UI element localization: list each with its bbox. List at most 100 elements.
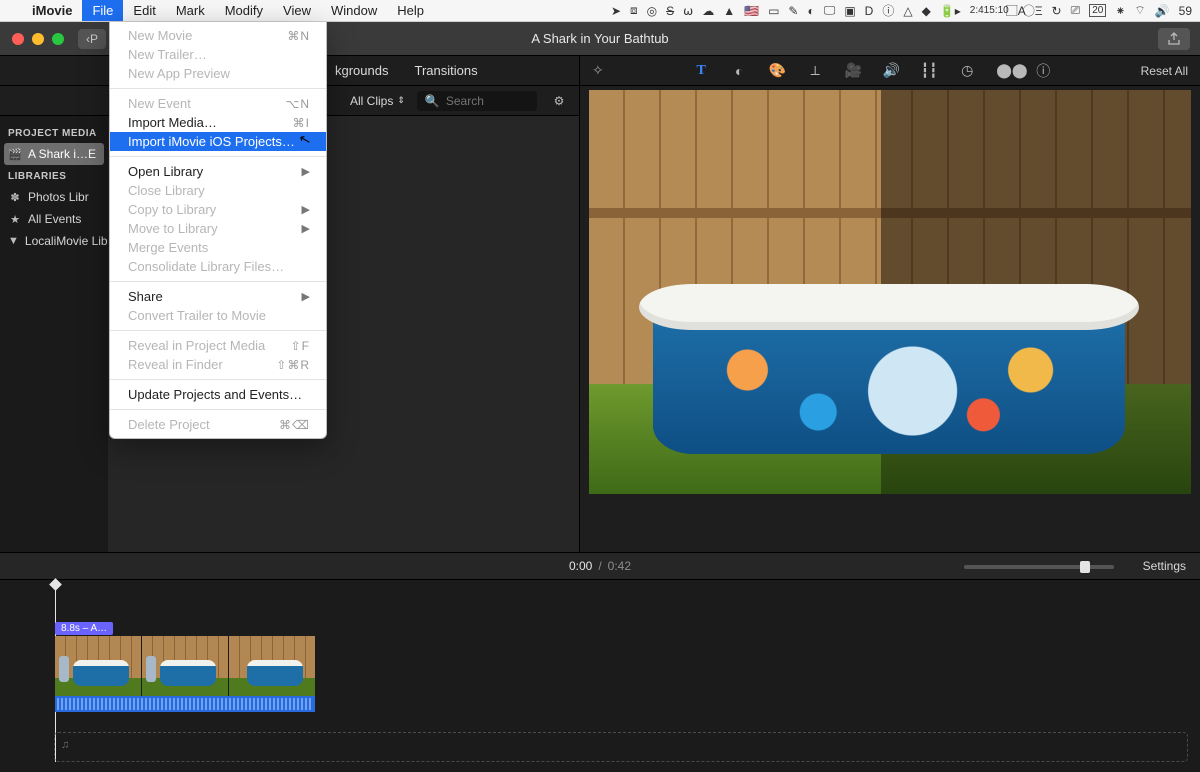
tv-icon[interactable]: ▭ <box>768 4 779 18</box>
magic-wand-icon[interactable]: ✧ <box>592 62 604 79</box>
clip-thumb[interactable] <box>229 636 315 696</box>
menu-merge-events[interactable]: Merge Events <box>110 238 326 257</box>
flower-icon: ✽ <box>8 191 22 204</box>
time-sep: / <box>598 559 601 573</box>
info-tool-icon[interactable]: ⓘ <box>1034 61 1052 81</box>
clock[interactable]: 2:415:10 <box>970 6 1009 15</box>
evernote-icon[interactable]: ✎ <box>788 4 798 18</box>
menu-open-library[interactable]: Open Library▶ <box>110 162 326 181</box>
battery-pct: 59 <box>1179 4 1192 18</box>
time-current: 0:00 <box>569 559 592 573</box>
app-name[interactable]: iMovie <box>22 3 82 18</box>
menu-copy-to-library[interactable]: Copy to Library▶ <box>110 200 326 219</box>
menu-import-media[interactable]: Import Media…⌘I <box>110 113 326 132</box>
menu-new-trailer[interactable]: New Trailer… <box>110 45 326 64</box>
star-icon: ★ <box>8 213 22 226</box>
preview-frame <box>589 90 1191 494</box>
drop-icon[interactable]: ◆ <box>922 4 931 18</box>
crop-icon[interactable]: ⟂ <box>806 62 824 79</box>
s-icon[interactable]: S <box>666 4 674 18</box>
clapper-icon: 🎬 <box>8 148 22 161</box>
menu-window[interactable]: Window <box>321 0 387 21</box>
audio-waveform[interactable] <box>55 696 315 712</box>
allclips-dropdown[interactable]: All Clips⇕ <box>350 94 405 108</box>
menu-edit[interactable]: Edit <box>123 0 165 21</box>
z-icon[interactable]: ⃝Ξ <box>1035 2 1043 19</box>
menu-reveal-project[interactable]: Reveal in Project Media⇧F <box>110 336 326 355</box>
stabilize-icon[interactable]: 🎥 <box>844 62 862 79</box>
search-field[interactable]: 🔍 <box>417 91 537 111</box>
wifi-icon[interactable]: ⌔ <box>1134 3 1145 18</box>
info-icon[interactable]: ⓘ <box>882 2 894 19</box>
reset-all-button[interactable]: Reset All <box>1141 64 1188 78</box>
volume-adjust-icon[interactable]: 🔊 <box>882 62 900 79</box>
menu-close-library[interactable]: Close Library <box>110 181 326 200</box>
screen-icon[interactable]: ⎚ <box>1071 3 1081 18</box>
back-button[interactable]: ‹ P <box>78 29 106 49</box>
cc-icon[interactable]: ◎ <box>647 4 657 18</box>
tab-backgrounds[interactable]: kgrounds <box>335 63 388 78</box>
speed-icon[interactable]: ◷ <box>958 62 976 79</box>
menu-update-projects[interactable]: Update Projects and Events… <box>110 385 326 404</box>
menu-file[interactable]: File <box>82 0 123 21</box>
filter-settings-icon[interactable]: ⚙ <box>549 94 569 108</box>
sidebar-all-events[interactable]: ★All Events <box>0 208 108 230</box>
menu-view[interactable]: View <box>273 0 321 21</box>
menu-new-app-preview[interactable]: New App Preview <box>110 64 326 83</box>
sync-icon[interactable]: ↻ <box>1052 4 1062 18</box>
location-icon[interactable]: ➤ <box>611 4 621 18</box>
viewer-toolbar: ✧ T ◐ 🎨 ⟂ 🎥 🔊 ┇┇ ◷ ⬤⬤ ⓘ Reset All <box>580 56 1200 86</box>
dropbox-icon[interactable]: ⧈ <box>630 3 638 18</box>
display-icon[interactable]: 🖵 <box>824 3 836 18</box>
clip-thumb[interactable] <box>55 636 141 696</box>
a-icon[interactable]: ⃞A <box>1018 2 1026 19</box>
battery-icon[interactable]: 🔋▸ <box>940 4 961 18</box>
menu-help[interactable]: Help <box>387 0 434 21</box>
menu-modify[interactable]: Modify <box>215 0 273 21</box>
menu-new-event[interactable]: New Event⌥N <box>110 94 326 113</box>
flame-icon[interactable]: △ <box>903 4 912 18</box>
macos-menubar: iMovie File Edit Mark Modify View Window… <box>0 0 1200 22</box>
box-icon[interactable]: ▣ <box>844 4 855 18</box>
menu-reveal-finder[interactable]: Reveal in Finder⇧⌘R <box>110 355 326 374</box>
circle-icon[interactable]: ◐ <box>807 4 814 18</box>
menu-convert-trailer[interactable]: Convert Trailer to Movie <box>110 306 326 325</box>
antenna-icon[interactable]: ⍵ <box>683 4 693 18</box>
menu-import-ios-projects[interactable]: Import iMovie iOS Projects… <box>110 132 326 151</box>
time-total: 0:42 <box>608 559 631 573</box>
menu-mark[interactable]: Mark <box>166 0 215 21</box>
noise-icon[interactable]: ┇┇ <box>920 62 938 79</box>
music-track-well[interactable]: ♫ <box>54 732 1188 762</box>
cloud-icon[interactable]: ☁ <box>702 4 714 18</box>
clip-strip[interactable] <box>55 636 315 696</box>
titles-icon[interactable]: T <box>692 63 710 79</box>
volume-icon[interactable]: 🔊 <box>1155 4 1170 18</box>
date-icon[interactable]: 20 <box>1089 4 1106 17</box>
traffic-lights[interactable] <box>0 33 64 45</box>
color-balance-icon[interactable]: ◐ <box>730 63 748 79</box>
search-input[interactable] <box>446 94 529 108</box>
menu-consolidate[interactable]: Consolidate Library Files… <box>110 257 326 276</box>
menu-delete-project[interactable]: Delete Project⌘⌫ <box>110 415 326 434</box>
flag-icon[interactable]: 🇺🇸 <box>744 4 759 18</box>
tab-transitions[interactable]: Transitions <box>414 63 477 78</box>
share-button[interactable] <box>1158 28 1190 50</box>
sidebar-photos-library[interactable]: ✽Photos Libr <box>0 186 108 208</box>
up-icon[interactable]: ▲ <box>723 4 735 18</box>
search-icon: 🔍 <box>425 94 440 108</box>
clip-thumb[interactable] <box>142 636 228 696</box>
d-icon[interactable]: D <box>865 4 874 18</box>
menu-share[interactable]: Share▶ <box>110 287 326 306</box>
timeline-settings-button[interactable]: Settings <box>1143 559 1200 573</box>
bluetooth-icon[interactable]: ⁕ <box>1115 4 1125 18</box>
menubar-tray: ➤ ⧈ ◎ S ⍵ ☁ ▲ 🇺🇸 ▭ ✎ ◐ 🖵 ▣ D ⓘ △ ◆ 🔋▸ 2:… <box>611 2 1200 19</box>
menu-move-to-library[interactable]: Move to Library▶ <box>110 219 326 238</box>
timeline[interactable]: 8.8s – A… ♫ <box>0 580 1200 772</box>
chevron-down-icon: ▼ <box>8 235 19 247</box>
sidebar-local-library[interactable]: ▼LocaliMovie Lib <box>0 230 108 252</box>
color-correct-icon[interactable]: 🎨 <box>768 62 786 79</box>
sidebar-project-item[interactable]: 🎬A Shark i…E <box>4 143 104 165</box>
menu-new-movie[interactable]: New Movie⌘N <box>110 26 326 45</box>
zoom-slider[interactable] <box>964 565 1114 569</box>
filter-icon[interactable]: ⬤⬤ <box>996 62 1014 79</box>
